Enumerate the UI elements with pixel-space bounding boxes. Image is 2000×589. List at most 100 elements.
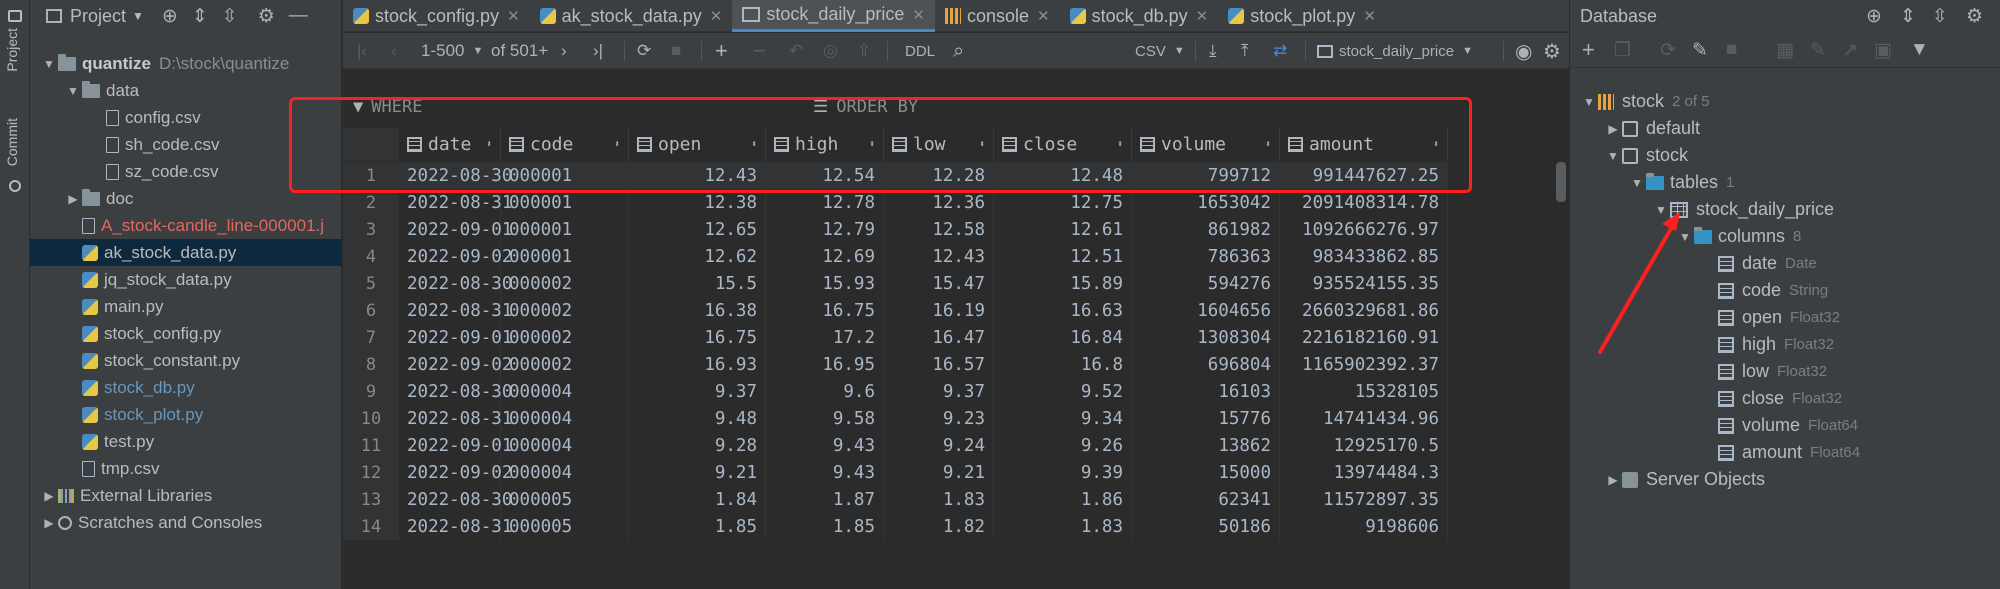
database-tree-item[interactable]: volume Float64 [1700,412,1858,439]
table-cell-close[interactable]: 9.52 [994,378,1132,405]
table-cell-low[interactable]: 12.28 [884,162,994,189]
column-header[interactable]: open ⬍ [629,128,766,161]
chevron-down-icon[interactable]: ▼ [1580,95,1598,109]
project-tree-item[interactable]: config.csv [30,104,201,131]
table-cell-open[interactable]: 16.38 [629,297,766,324]
chevron-right-icon[interactable]: ▶ [1604,473,1622,487]
table-cell-volume[interactable]: 594276 [1132,270,1280,297]
database-tree-item[interactable]: low Float32 [1700,358,1827,385]
project-tool-tab[interactable]: Project [4,28,20,72]
chevron-down-icon[interactable]: ▼ [132,9,144,23]
table-cell-close[interactable]: 1.83 [994,513,1132,540]
last-page-icon[interactable]: ›| [593,33,603,69]
table-cell-high[interactable]: 15.93 [766,270,884,297]
row-number[interactable]: 13 [343,486,399,513]
collapse-all-icon[interactable]: ⇳ [222,5,238,28]
table-cell-low[interactable]: 12.43 [884,243,994,270]
chevron-down-icon[interactable]: ▼ [1676,230,1694,244]
revert-icon[interactable]: ↶ [789,33,803,69]
database-tree-item[interactable]: ▼ stock_daily_price [1652,196,1834,223]
first-page-icon[interactable]: |‹ [357,33,367,69]
vertical-scrollbar[interactable] [1556,162,1566,202]
table-row[interactable]: 8 2022-09-02 000002 16.93 16.95 16.57 16.8 6968… [343,351,1448,378]
commit-icon[interactable] [9,180,21,192]
database-tree-item[interactable]: code String [1700,277,1828,304]
table-cell-amount[interactable]: 2091408314.78 [1280,189,1448,216]
sort-arrows-icon[interactable]: ⬍ [614,139,620,150]
database-tree-item[interactable]: ▼ stock [1604,142,1688,169]
table-cell-code[interactable]: 000004 [501,405,629,432]
table-cell-high[interactable]: 16.95 [766,351,884,378]
table-cell-low[interactable]: 12.58 [884,216,994,243]
grid-corner[interactable] [343,128,399,161]
table-cell-code[interactable]: 000004 [501,378,629,405]
table-cell-code[interactable]: 000001 [501,216,629,243]
gear-icon[interactable]: ⚙ [1966,5,1983,28]
column-header[interactable]: date ⬍ [399,128,501,161]
table-cell-date[interactable]: 2022-09-01 [399,216,512,243]
table-cell-volume[interactable]: 1308304 [1132,324,1280,351]
table-cell-high[interactable]: 9.43 [766,459,884,486]
table-cell-low[interactable]: 1.83 [884,486,994,513]
table-row[interactable]: 7 2022-09-01 000002 16.75 17.2 16.47 16.84 1308… [343,324,1448,351]
collapse-all-icon[interactable]: ⇳ [1932,5,1948,28]
chevron-down-icon[interactable]: ▼ [1628,176,1646,190]
table-cell-volume[interactable]: 1604656 [1132,297,1280,324]
table-cell-open[interactable]: 12.62 [629,243,766,270]
database-tree-item[interactable]: ▼ tables 1 [1628,169,1734,196]
next-page-icon[interactable]: › [561,33,567,69]
table-cell-date[interactable]: 2022-08-30 [399,486,512,513]
chevron-right-icon[interactable]: ▶ [40,516,58,530]
close-icon[interactable]: ✕ [1363,7,1376,25]
table-cell-close[interactable]: 9.26 [994,432,1132,459]
table-cell-low[interactable]: 9.21 [884,459,994,486]
project-tree-item[interactable]: test.py [30,428,154,455]
table-cell-code[interactable]: 000001 [501,162,629,189]
chevron-down-icon[interactable]: ▼ [40,57,58,71]
close-icon[interactable]: ✕ [1037,7,1050,25]
column-header[interactable]: high ⬍ [766,128,884,161]
sort-arrows-icon[interactable]: ⬍ [979,139,985,150]
project-tree-item[interactable]: ▶ doc [30,185,133,212]
locate-icon[interactable]: ⊕ [1866,5,1882,28]
table-cell-open[interactable]: 9.37 [629,378,766,405]
table-cell-amount[interactable]: 2216182160.91 [1280,324,1448,351]
edit-icon[interactable]: ✎ [1810,32,1826,68]
row-number[interactable]: 7 [343,324,399,351]
chevron-right-icon[interactable]: ▶ [1604,122,1622,136]
project-tree-item[interactable]: ak_stock_data.py [30,239,342,266]
editor-tab[interactable]: stock_daily_price ✕ [732,0,935,32]
editor-tab[interactable]: stock_config.py ✕ [343,0,530,32]
table-row[interactable]: 4 2022-09-02 000001 12.62 12.69 12.43 12.51 786… [343,243,1448,270]
order-by-filter[interactable]: ☰ ORDER BY [813,92,918,122]
table-row[interactable]: 13 2022-08-30 000005 1.84 1.87 1.83 1.86 62341 1… [343,486,1448,513]
project-tree-item[interactable]: main.py [30,293,164,320]
row-number[interactable]: 11 [343,432,399,459]
table-cell-code[interactable]: 000001 [501,189,629,216]
table-cell-volume[interactable]: 50186 [1132,513,1280,540]
table-cell-date[interactable]: 2022-08-30 [399,378,512,405]
table-cell-date[interactable]: 2022-08-30 [399,162,512,189]
stop-icon[interactable]: ■ [671,33,681,69]
table-cell-amount[interactable]: 991447627.25 [1280,162,1448,189]
expand-all-icon[interactable]: ⇕ [192,5,208,28]
table-cell-date[interactable]: 2022-08-31 [399,513,512,540]
database-tree-item[interactable]: ▼ stock 2 of 5 [1580,88,1710,115]
column-header[interactable]: amount ⬍ [1280,128,1448,161]
table-cell-date[interactable]: 2022-09-01 [399,324,512,351]
table-row[interactable]: 11 2022-09-01 000004 9.28 9.43 9.24 9.26 13862 1… [343,432,1448,459]
refresh-icon[interactable]: ⟳ [1660,32,1676,68]
ddl-button[interactable]: DDL [905,33,935,69]
table-cell-amount[interactable]: 13974484.3 [1280,459,1448,486]
table-cell-open[interactable]: 12.38 [629,189,766,216]
database-tree-item[interactable]: amount Float64 [1700,439,1860,466]
table-cell-low[interactable]: 16.57 [884,351,994,378]
preview-icon[interactable]: ◎ [823,33,838,69]
table-cell-high[interactable]: 12.79 [766,216,884,243]
gear-icon[interactable]: ⚙ [258,5,275,28]
export-format-select[interactable]: CSV ▼ [1135,33,1185,69]
add-row-icon[interactable]: + [715,33,728,69]
project-tree-item[interactable]: A_stock-candle_line-000001.j [30,212,324,239]
table-cell-date[interactable]: 2022-09-01 [399,432,512,459]
close-icon[interactable]: ✕ [507,7,520,25]
